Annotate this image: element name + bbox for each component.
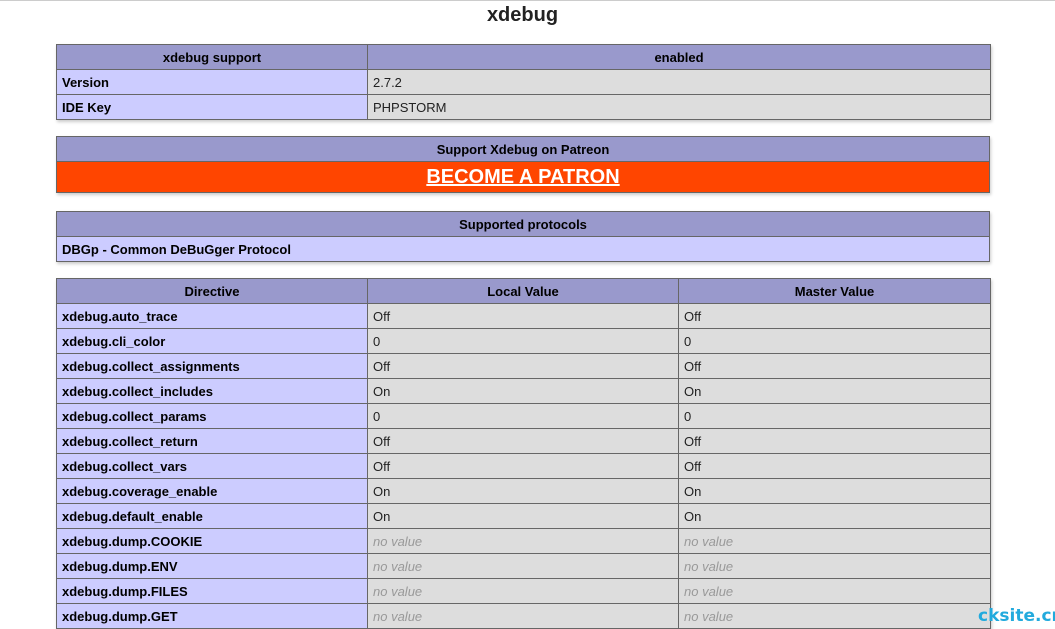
- master-value: no value: [678, 528, 991, 554]
- table-row: IDE Key PHPSTORM: [56, 94, 991, 120]
- table-row: xdebug.auto_trace Off Off: [56, 303, 991, 329]
- directive-name: xdebug.collect_vars: [56, 453, 368, 479]
- local-value: Off: [367, 353, 679, 379]
- local-value: no value: [367, 528, 679, 554]
- table-header-row: xdebug support enabled: [56, 44, 991, 70]
- directive-name: xdebug.dump.GET: [56, 603, 368, 629]
- no-value-text: no value: [373, 608, 423, 624]
- local-value: On: [367, 503, 679, 529]
- table-row: DBGp - Common DeBuGger Protocol: [56, 236, 990, 262]
- local-value: 0: [367, 403, 679, 429]
- support-header-label: xdebug support: [56, 44, 368, 70]
- master-value: 0: [678, 403, 991, 429]
- directive-name: xdebug.coverage_enable: [56, 478, 368, 504]
- protocol-item: DBGp - Common DeBuGger Protocol: [56, 236, 990, 262]
- patron-header: Support Xdebug on Patreon: [56, 136, 990, 162]
- no-value-text: no value: [373, 533, 423, 549]
- master-value: On: [678, 478, 991, 504]
- master-value: On: [678, 378, 991, 404]
- no-value-text: no value: [684, 608, 734, 624]
- directive-name: xdebug.collect_assignments: [56, 353, 368, 379]
- become-patron-link[interactable]: BECOME A PATRON: [426, 166, 619, 188]
- table-row: xdebug.coverage_enable On On: [56, 478, 991, 504]
- directives-table: Directive Local Value Master Value xdebu…: [56, 278, 991, 629]
- local-value: Off: [367, 303, 679, 329]
- local-value: On: [367, 478, 679, 504]
- page-title: xdebug: [486, 4, 559, 26]
- watermark: cksite.cn: [978, 606, 1055, 626]
- master-value: no value: [678, 578, 991, 604]
- patron-row: BECOME A PATRON: [56, 161, 990, 193]
- no-value-text: no value: [684, 533, 734, 549]
- patron-table: Support Xdebug on Patreon BECOME A PATRO…: [56, 136, 990, 193]
- ide-key-value: PHPSTORM: [367, 94, 991, 120]
- master-value: Off: [678, 428, 991, 454]
- directive-name: xdebug.dump.FILES: [56, 578, 368, 604]
- master-value: 0: [678, 328, 991, 354]
- table-row: xdebug.dump.COOKIE no value no value: [56, 528, 991, 554]
- table-row: xdebug.default_enable On On: [56, 503, 991, 529]
- table-row: xdebug.collect_params 0 0: [56, 403, 991, 429]
- directive-name: xdebug.default_enable: [56, 503, 368, 529]
- local-value: Off: [367, 453, 679, 479]
- table-row: xdebug.collect_return Off Off: [56, 428, 991, 454]
- supported-protocols-table: Supported protocols DBGp - Common DeBuGg…: [56, 211, 990, 262]
- local-value: no value: [367, 553, 679, 579]
- table-row: xdebug.cli_color 0 0: [56, 328, 991, 354]
- directive-name: xdebug.collect_return: [56, 428, 368, 454]
- table-row: Version 2.7.2: [56, 69, 991, 95]
- local-value: On: [367, 378, 679, 404]
- table-header-row: Supported protocols: [56, 211, 990, 237]
- no-value-text: no value: [373, 558, 423, 574]
- local-value: 0: [367, 328, 679, 354]
- local-value: no value: [367, 603, 679, 629]
- table-header-row: Support Xdebug on Patreon: [56, 136, 990, 162]
- local-value: Off: [367, 428, 679, 454]
- table-row: xdebug.collect_includes On On: [56, 378, 991, 404]
- column-header-directive: Directive: [56, 278, 368, 304]
- master-value: Off: [678, 303, 991, 329]
- patron-banner: BECOME A PATRON: [56, 161, 990, 193]
- directive-name: xdebug.cli_color: [56, 328, 368, 354]
- no-value-text: no value: [373, 583, 423, 599]
- directive-name: xdebug.collect_params: [56, 403, 368, 429]
- local-value: no value: [367, 578, 679, 604]
- table-row: xdebug.dump.FILES no value no value: [56, 578, 991, 604]
- directives-body: xdebug.auto_trace Off Off xdebug.cli_color 0…: [56, 303, 991, 629]
- master-value: no value: [678, 603, 991, 629]
- table-row: xdebug.collect_vars Off Off: [56, 453, 991, 479]
- no-value-text: no value: [684, 558, 734, 574]
- version-label: Version: [56, 69, 368, 95]
- table-row: xdebug.collect_assignments Off Off: [56, 353, 991, 379]
- master-value: no value: [678, 553, 991, 579]
- table-header-row: Directive Local Value Master Value: [56, 278, 991, 304]
- column-header-master-value: Master Value: [678, 278, 991, 304]
- xdebug-support-table: xdebug support enabled Version 2.7.2 IDE…: [56, 44, 991, 120]
- no-value-text: no value: [684, 583, 734, 599]
- table-row: xdebug.dump.ENV no value no value: [56, 553, 991, 579]
- protocols-header: Supported protocols: [56, 211, 990, 237]
- master-value: On: [678, 503, 991, 529]
- directive-name: xdebug.dump.ENV: [56, 553, 368, 579]
- version-value: 2.7.2: [367, 69, 991, 95]
- directive-name: xdebug.auto_trace: [56, 303, 368, 329]
- table-row: xdebug.dump.GET no value no value: [56, 603, 991, 629]
- column-header-local-value: Local Value: [367, 278, 679, 304]
- directive-name: xdebug.dump.COOKIE: [56, 528, 368, 554]
- ide-key-label: IDE Key: [56, 94, 368, 120]
- master-value: Off: [678, 453, 991, 479]
- directive-name: xdebug.collect_includes: [56, 378, 368, 404]
- support-header-status: enabled: [367, 44, 991, 70]
- master-value: Off: [678, 353, 991, 379]
